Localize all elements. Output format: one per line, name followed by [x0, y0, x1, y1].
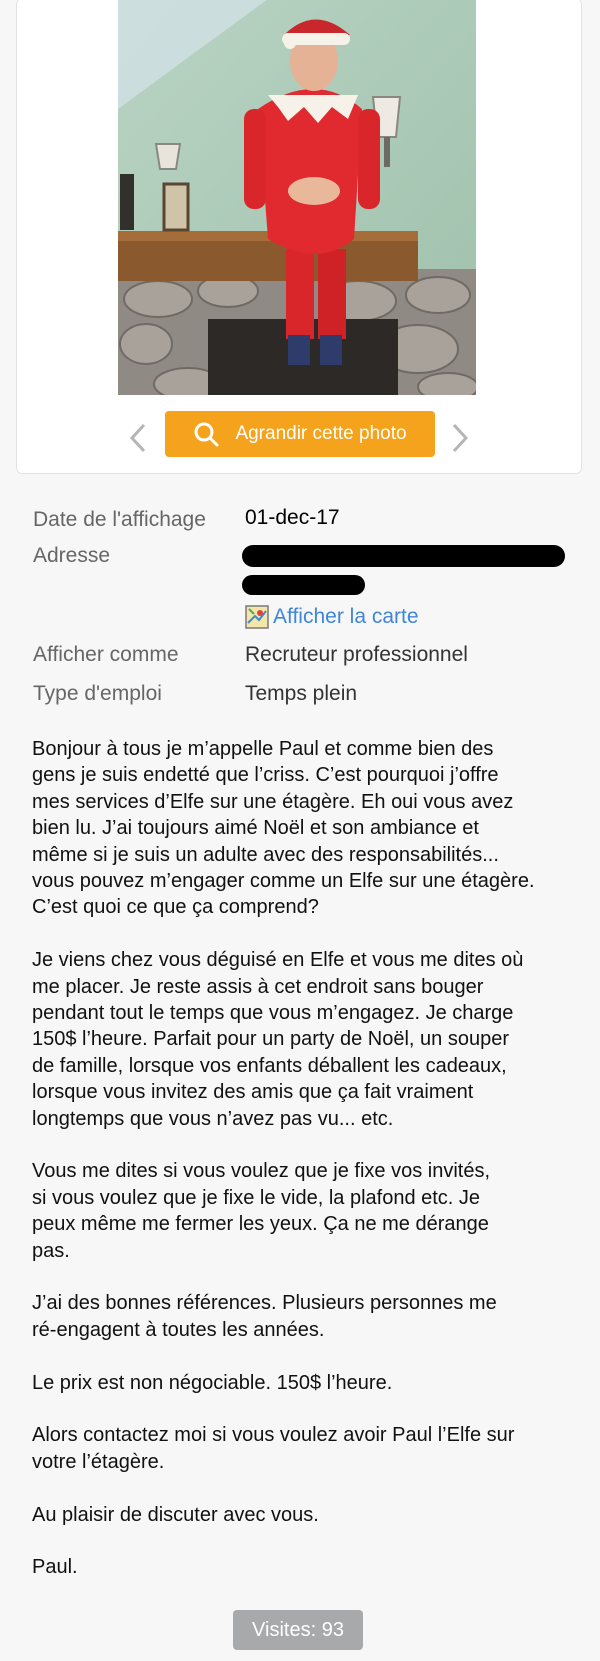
show-map-label: Afficher la carte — [273, 605, 419, 628]
chevron-left-icon[interactable] — [126, 422, 150, 453]
description-paragraph: Paul. — [32, 1556, 78, 1579]
job-type-value: Temps plein — [245, 682, 358, 705]
description-paragraph: Au plaisir de discuter avec vous. — [32, 1503, 319, 1526]
redacted-address-line-2 — [242, 575, 365, 595]
magnifier-icon — [194, 422, 219, 447]
description-paragraph: Vous me dites si vous voulez que je fixe… — [32, 1160, 491, 1262]
enlarge-photo-button[interactable]: Agrandir cette photo — [165, 411, 435, 457]
description-paragraph: Le prix est non négociable. 150$ l’heure… — [32, 1371, 393, 1394]
description-paragraph: Je viens chez vous déguisé en Elfe et vo… — [32, 949, 524, 1130]
post-as-label: Afficher comme — [33, 643, 179, 666]
show-map-link[interactable]: Afficher la carte — [245, 604, 419, 630]
map-icon — [245, 605, 269, 629]
description-paragraph: J’ai des bonnes références. Plusieurs pe… — [32, 1292, 497, 1341]
redacted-address-line-1 — [242, 545, 565, 567]
visits-badge: Visites: 93 — [233, 1610, 363, 1650]
date-label: Date de l'affichage — [33, 508, 206, 531]
photo-card: Agrandir cette photo — [16, 0, 582, 474]
date-value: 01-dec-17 — [245, 506, 340, 529]
description-paragraph: Bonjour à tous je m’appelle Paul et comm… — [32, 738, 535, 919]
listing-description: Bonjour à tous je m’appelle Paul et comm… — [32, 736, 598, 1607]
job-type-label: Type d'emploi — [33, 682, 162, 705]
post-as-value: Recruteur professionnel — [245, 643, 468, 666]
elf-photo-illustration — [118, 0, 476, 395]
address-label: Adresse — [33, 544, 111, 567]
listing-photo[interactable] — [118, 0, 476, 395]
description-paragraph: Alors contactez moi si vous voulez avoir… — [32, 1424, 515, 1473]
chevron-right-icon[interactable] — [448, 422, 472, 453]
enlarge-photo-label: Agrandir cette photo — [235, 423, 407, 444]
